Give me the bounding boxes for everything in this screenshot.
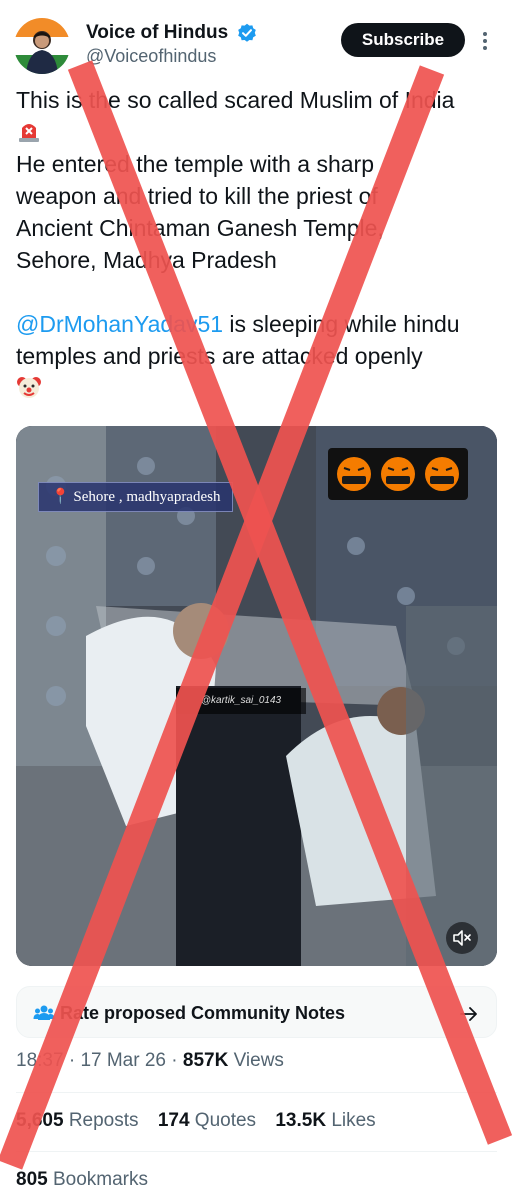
reaction-emoji-strip <box>328 448 468 500</box>
author-name-block[interactable]: Voice of Hindus @Voiceofhindus <box>86 22 257 67</box>
bookmarks-label: Bookmarks <box>52 1169 149 1190</box>
video-watermark: @kartik_sai_0143 <box>176 688 306 714</box>
tweet-line-rest: is sleeping while hindu <box>223 311 460 337</box>
verified-badge-icon <box>237 23 257 43</box>
likes-label: Likes <box>331 1110 376 1131</box>
location-tag: 📍 Sehore , madhyapradesh <box>38 482 234 512</box>
reposts-label: Reposts <box>68 1110 139 1131</box>
tweet-line: This is the so called scared Muslim of I… <box>16 87 455 113</box>
avatar[interactable] <box>14 18 70 74</box>
bookmarks-count: 805 <box>16 1169 48 1190</box>
tweet-header: Voice of Hindus @Voiceofhindus Subscribe <box>0 0 512 80</box>
divider <box>16 1151 497 1152</box>
tweet-line: Ancient Chintaman Ganesh Temple, <box>16 215 384 241</box>
tweet-text: This is the so called scared Muslim of I… <box>16 84 506 404</box>
more-options-icon[interactable] <box>478 30 492 52</box>
tweet-line: temples and priests are attacked openly <box>16 343 423 369</box>
views-count: 857K <box>182 1050 229 1071</box>
engagement-stats: 5,605 Reposts 174 Quotes 13.5K Likes <box>16 1110 390 1132</box>
cursing-face-emoji-icon <box>381 457 415 491</box>
divider <box>16 1092 497 1093</box>
separator-dot: · <box>171 1050 183 1071</box>
video-media[interactable]: 📍 Sehore , madhyapradesh @kartik_sai_014… <box>16 426 497 966</box>
tweet-line: He entered the temple with a sharp <box>16 151 374 177</box>
mute-toggle-button[interactable] <box>446 922 478 954</box>
police-siren-emoji-icon <box>16 118 42 144</box>
tweet-line: weapon and tried to kill the priest of <box>16 183 378 209</box>
quotes-label: Quotes <box>194 1110 257 1131</box>
separator-dot: · <box>68 1050 81 1071</box>
community-notes-button[interactable]: Rate proposed Community Notes <box>16 986 497 1038</box>
views-label: Views <box>233 1050 284 1071</box>
reposts-count: 5,605 <box>16 1110 64 1131</box>
quotes-count: 174 <box>157 1110 190 1131</box>
quotes-stat[interactable]: 174 Quotes <box>158 1110 256 1131</box>
subscribe-button[interactable]: Subscribe <box>341 23 465 57</box>
bookmarks-stat[interactable]: 805 Bookmarks <box>16 1169 148 1191</box>
likes-stat[interactable]: 13.5K Likes <box>275 1110 375 1131</box>
tweet-line <box>16 116 506 148</box>
cursing-face-emoji-icon <box>337 457 371 491</box>
reposts-stat[interactable]: 5,605 Reposts <box>16 1110 139 1131</box>
tweet-line: Sehore, Madhya Pradesh <box>16 247 277 273</box>
author-handle[interactable]: @Voiceofhindus <box>86 46 257 67</box>
muted-speaker-icon <box>453 930 471 946</box>
people-icon <box>33 1002 55 1024</box>
clown-face-emoji-icon <box>16 374 42 400</box>
tweet-time[interactable]: 18:37 <box>16 1050 64 1071</box>
tweet-line: @DrMohanYadav51 is sleeping while hindu <box>16 308 506 340</box>
likes-count: 13.5K <box>275 1110 327 1131</box>
tweet-date[interactable]: 17 Mar 26 <box>80 1050 166 1071</box>
mention-link[interactable]: @DrMohanYadav51 <box>16 311 223 337</box>
cursing-face-emoji-icon <box>425 457 459 491</box>
community-notes-label: Rate proposed Community Notes <box>60 1003 346 1023</box>
tweet-line <box>16 372 506 404</box>
arrow-right-icon <box>459 1004 479 1024</box>
timestamp-row: 18:37 · 17 Mar 26 · 857K Views <box>16 1050 284 1072</box>
author-display-name[interactable]: Voice of Hindus <box>86 22 228 44</box>
